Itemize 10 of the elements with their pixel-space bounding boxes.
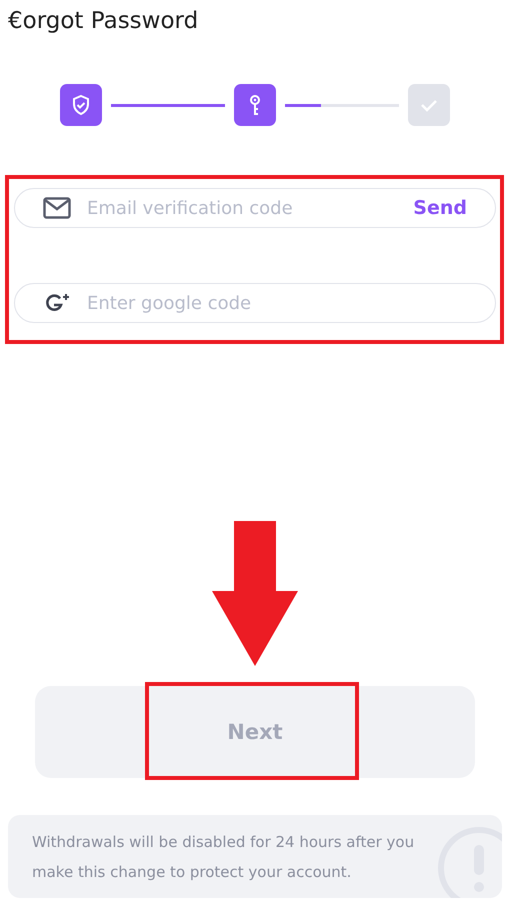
back-button[interactable]: € — [8, 8, 23, 34]
send-button[interactable]: Send — [413, 197, 467, 219]
envelope-icon — [43, 197, 71, 219]
page-title: orgot Password — [22, 8, 198, 34]
notice-text: Withdrawals will be disabled for 24 hours after you make this change to protect your account. — [32, 832, 416, 883]
input-field[interactable]: Email verification code Send — [14, 188, 496, 228]
code-input[interactable]: Enter google code — [85, 292, 467, 314]
input-field[interactable]: Enter google code — [14, 283, 496, 323]
code-input[interactable]: Email verification code — [85, 196, 414, 220]
google-plus-icon — [43, 292, 71, 314]
